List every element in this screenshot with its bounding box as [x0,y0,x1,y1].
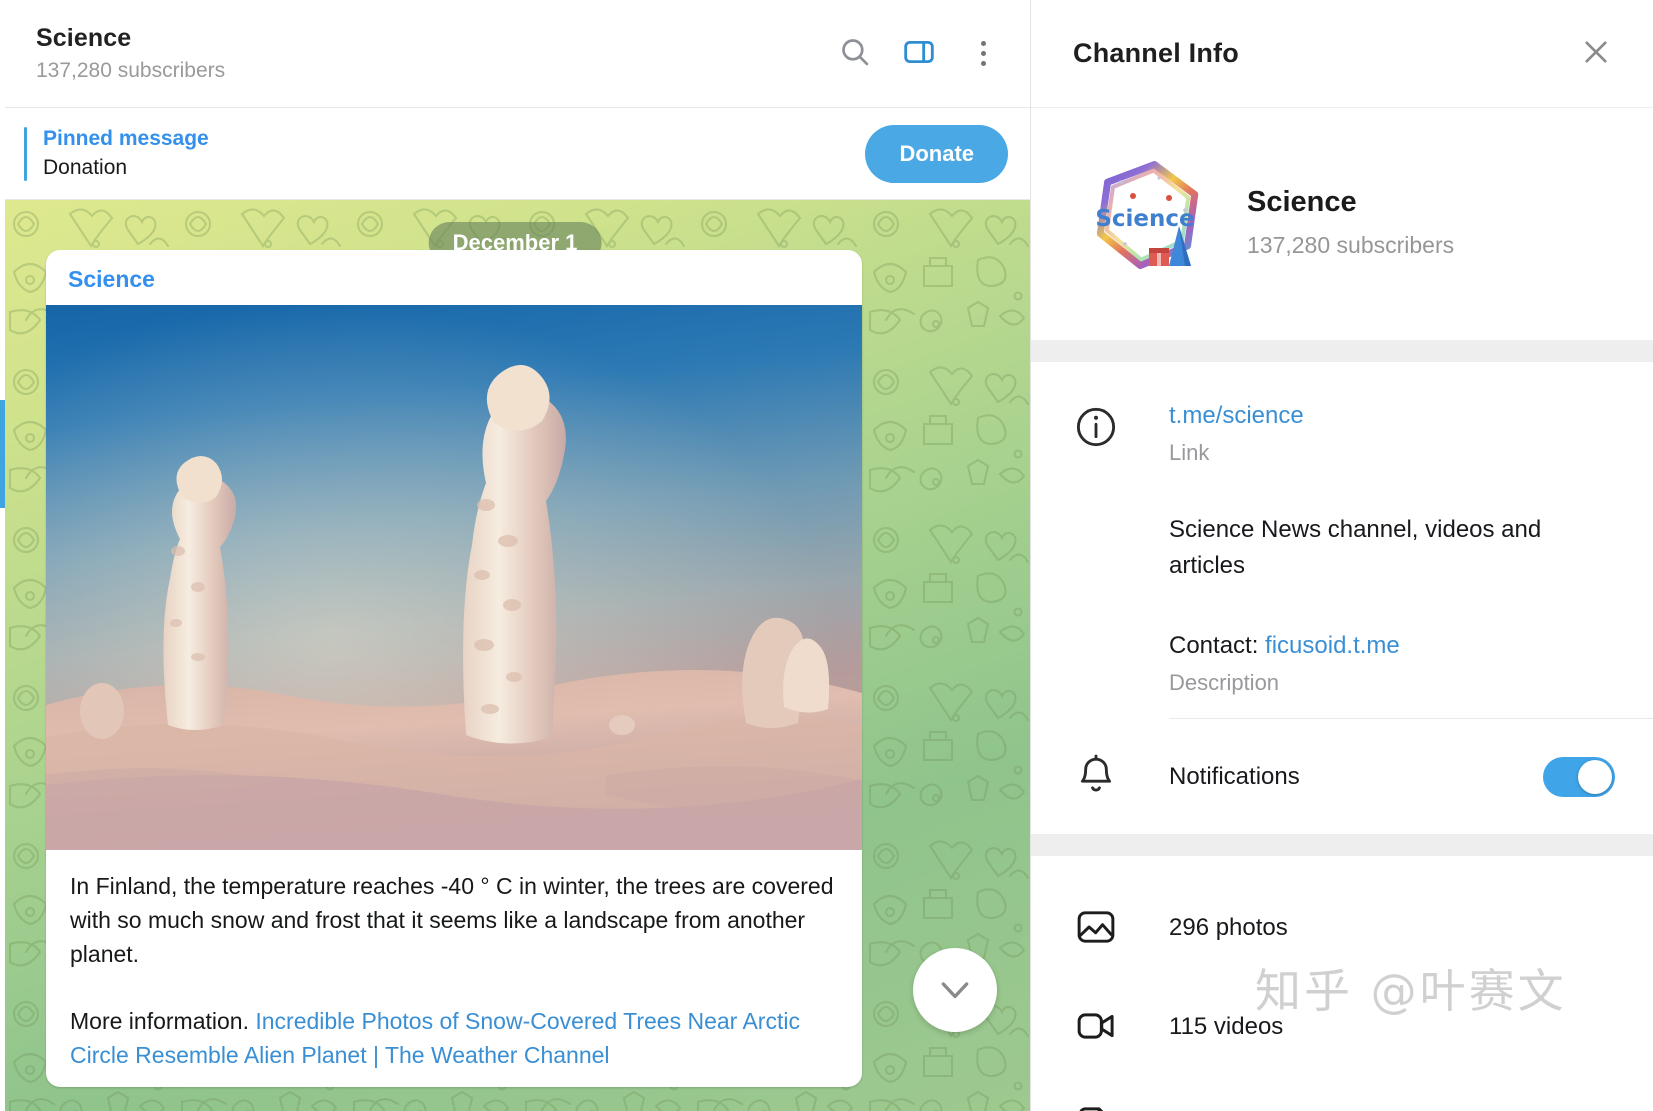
description-label: Description [1169,670,1280,696]
chat-header: Science 137,280 subscribers [0,0,1030,108]
notifications-toggle[interactable] [1543,756,1615,797]
more-vertical-icon [980,41,986,66]
contact-prefix: Contact: [1169,631,1266,659]
close-info-panel-button[interactable] [1567,25,1625,83]
pinned-message-bar[interactable]: Pinned message Donation Donate [0,108,1030,200]
channel-description-text: Science News channel, videos and article… [1169,515,1542,580]
video-icon [1073,999,1129,1054]
chat-menu-button[interactable] [954,25,1012,83]
pinned-texts: Pinned message Donation [43,126,865,181]
channel-name: Science [1247,185,1357,218]
media-label-photos: 296 photos [1169,913,1288,941]
media-label-videos: 115 videos [1169,1012,1284,1040]
media-row-photos[interactable]: 296 photos [1031,878,1653,977]
info-panel-header: Channel Info [1031,0,1653,108]
section-gap-2 [1031,834,1653,857]
pinned-accent-bar [24,126,27,181]
pinned-label: Pinned message [43,127,209,151]
details-card: t.me/science Link Science News channel, … [1031,362,1653,835]
chat-list-selected-indicator [0,400,5,508]
chat-header-titles: Science 137,280 subscribers [36,24,826,83]
avatar[interactable]: Science [1073,148,1221,296]
more-info-prefix: More information. [70,1008,256,1035]
pinned-text: Donation [43,155,128,179]
channel-contact-line: Contact: ficusoid.t.me [1169,629,1619,663]
info-circle-icon [1073,400,1129,718]
close-icon [1579,35,1613,72]
link-and-description-block: t.me/science Link Science News channel, … [1031,362,1653,719]
profile-meta: Science 137,280 subscribers [1247,185,1454,259]
chat-column: Science 137,280 subscribers Pinned messa… [0,0,1030,1111]
file-icon [1073,1098,1129,1111]
media-row-videos[interactable]: 115 videos [1031,977,1653,1076]
photo-icon [1073,900,1129,955]
message-scroll-area[interactable]: December 1 Science In Finland, the tempe… [0,200,1030,1111]
notifications-label: Notifications [1169,762,1300,790]
media-row-files[interactable]: 6 files [1031,1076,1653,1111]
contact-link[interactable]: ficusoid.t.me [1265,632,1400,659]
channel-link-label: Link [1169,440,1210,466]
search-button[interactable] [826,25,884,83]
media-counts-list: 296 photos 115 videos [1031,856,1653,1111]
svg-text:Science: Science [1095,206,1194,232]
donate-button[interactable]: Donate [865,124,1008,183]
link-and-description-body: t.me/science Link Science News channel, … [1129,400,1619,718]
message-photo[interactable] [46,305,862,850]
chat-title: Science [36,24,132,53]
profile-card: Science Science 137,280 subscribers [1031,108,1653,340]
section-gap-1 [1031,340,1653,362]
channel-subscribers: 137,280 subscribers [1247,231,1455,258]
snow-trees-photo [46,305,862,850]
science-logo-icon: Science [1074,149,1220,295]
chat-list-edge [0,0,5,1111]
message-paragraph-1: In Finland, the temperature reaches -40 … [70,873,834,967]
chat-subscriber-count: 137,280 subscribers [36,58,226,82]
message-author[interactable]: Science [46,250,862,305]
channel-info-panel: Channel Info Science Science 137,280 sub… [1030,0,1653,1111]
message-text: In Finland, the temperature reaches -40 … [46,850,862,1087]
chevron-down-icon [935,969,975,1012]
message-bubble[interactable]: Science In Finland, the temperature reac… [46,250,862,1087]
toggle-knob [1578,759,1612,794]
info-panel-title: Channel Info [1073,38,1239,68]
message-paragraph-2: More information. Incredible Photos of S… [70,1005,840,1073]
chat-header-actions [826,25,1012,83]
notifications-row[interactable]: Notifications [1031,719,1653,835]
bell-icon [1073,749,1129,804]
search-icon [838,35,872,72]
profile-row: Science Science 137,280 subscribers [1031,108,1653,340]
telegram-window: Science 137,280 subscribers Pinned messa… [0,0,1653,1111]
toggle-info-panel-button[interactable] [890,25,948,83]
scroll-to-bottom-button[interactable] [913,948,997,1032]
channel-link[interactable]: t.me/science [1169,400,1619,431]
sidebar-toggle-icon [902,35,936,72]
